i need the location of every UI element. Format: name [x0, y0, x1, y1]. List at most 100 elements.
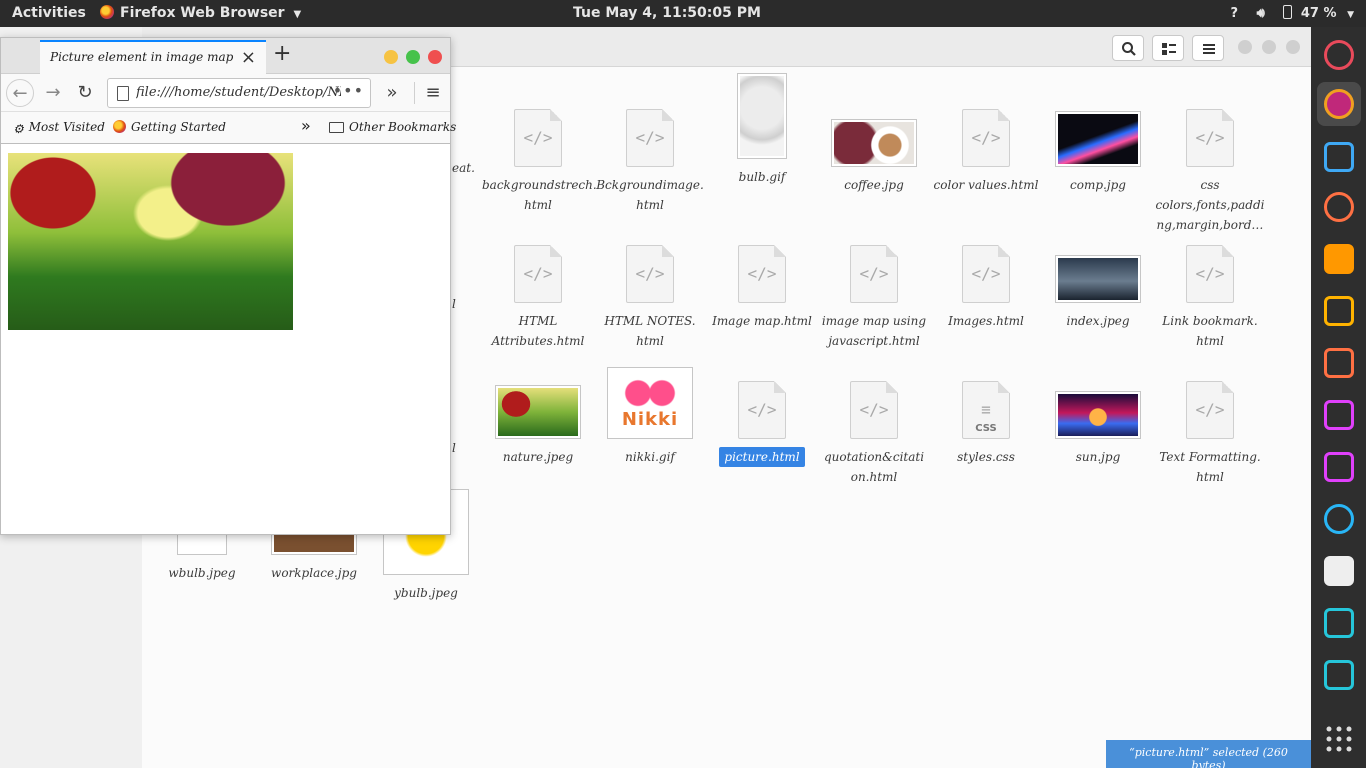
search-button[interactable] — [1112, 35, 1144, 61]
back-button[interactable]: ← — [6, 79, 34, 107]
html-file-icon: </> — [1186, 245, 1234, 303]
file-label: sun.jpg — [1075, 450, 1121, 464]
file-item[interactable]: </> color values.html — [930, 109, 1042, 195]
dock-editor[interactable] — [1317, 393, 1361, 437]
firefox-window: Picture element in image map × + ← → ↻ f… — [0, 37, 456, 535]
software-install-icon — [1324, 452, 1354, 482]
forward-button[interactable]: → — [39, 79, 67, 107]
dock-app-grid[interactable] — [1317, 717, 1361, 761]
dock-mail[interactable] — [1317, 135, 1361, 179]
firefox-icon — [100, 5, 114, 19]
file-item[interactable]: Nikki nikki.gif — [594, 367, 706, 467]
chevron-down-icon[interactable]: ▼ — [1347, 10, 1354, 20]
screenshot-viewer-icon — [1324, 296, 1354, 326]
nature-image[interactable] — [8, 153, 293, 330]
app-menu[interactable]: Firefox Web Browser ▼ — [100, 5, 301, 21]
file-item[interactable]: </> Image map.html — [706, 245, 818, 331]
menu-button[interactable] — [1192, 35, 1224, 61]
file-item[interactable]: coffee.jpg — [818, 119, 930, 195]
html-file-icon: </> — [626, 109, 674, 167]
dock-camera[interactable] — [1317, 185, 1361, 229]
nikki-text: Nikki — [621, 409, 679, 430]
image-thumbnail — [495, 385, 581, 439]
phone-icon — [1324, 608, 1354, 638]
app-grid-icon — [1326, 726, 1352, 752]
hamburger-icon — [1203, 44, 1215, 54]
file-item[interactable]: </> image map using javascript.html — [818, 245, 930, 351]
overflow-menu-button[interactable]: » — [378, 79, 406, 107]
file-item[interactable]: ≡ CSS styles.css — [930, 381, 1042, 467]
hamburger-menu-button[interactable]: ≡ — [419, 79, 447, 107]
file-label: HTML Attributes.html — [491, 314, 585, 348]
system-tray[interactable]: ? 🔊︎ 47 % ▼ — [1217, 5, 1354, 21]
file-item[interactable]: </> HTML Attributes.html — [482, 245, 594, 351]
bookmark-getting-started[interactable]: Getting Started — [113, 120, 226, 134]
file-item[interactable]: </> HTML NOTES. html — [594, 245, 706, 351]
file-item[interactable]: </> Link bookmark. html — [1154, 245, 1266, 351]
firefox-icon — [113, 120, 126, 133]
reload-button[interactable]: ↻ — [71, 79, 99, 107]
dock-help[interactable] — [1317, 497, 1361, 541]
battery-percent: 47 % — [1300, 6, 1337, 21]
dock-sublime[interactable] — [1317, 237, 1361, 281]
dock-viewer[interactable] — [1317, 289, 1361, 333]
file-label: Images.html — [948, 314, 1024, 328]
clock[interactable]: Tue May 4, 11:50:05 PM — [573, 5, 761, 21]
file-item[interactable]: </> quotation&citati on.html — [818, 381, 930, 487]
close-button[interactable] — [428, 50, 442, 64]
file-label: nature.jpeg — [502, 450, 574, 464]
file-item[interactable]: </> picture.html — [706, 381, 818, 467]
page-actions-icon[interactable]: ••• — [333, 81, 364, 100]
file-label: Link bookmark. html — [1162, 314, 1258, 348]
dock-terminal[interactable] — [1317, 653, 1361, 697]
maximize-button[interactable] — [406, 50, 420, 64]
file-label: ybulb.jpeg — [394, 586, 458, 600]
top-bar: Activities Firefox Web Browser ▼ Tue May… — [0, 0, 1366, 27]
file-label: picture.html — [719, 447, 805, 467]
view-toggle-button[interactable] — [1152, 35, 1184, 61]
bookmark-other[interactable]: Other Bookmarks — [329, 120, 456, 134]
status-bar: “picture.html” selected (260 bytes) — [1106, 740, 1311, 768]
new-tab-button[interactable]: + — [273, 41, 291, 66]
file-label: Image map.html — [712, 314, 812, 328]
activities-button[interactable]: Activities — [12, 5, 86, 21]
page-icon — [117, 86, 129, 101]
url-bar[interactable]: file:///home/student/Desktop/NIKKI ••• — [107, 78, 371, 108]
file-item[interactable]: nature.jpeg — [482, 385, 594, 467]
image-thumbnail — [1055, 391, 1141, 439]
minimize-button[interactable] — [384, 50, 398, 64]
file-item[interactable]: </> backgroundstrech. html — [482, 109, 597, 215]
dock-phone[interactable] — [1317, 601, 1361, 645]
bookmark-most-visited[interactable]: ⚙ Most Visited — [13, 120, 105, 136]
dock-firefox[interactable] — [1317, 82, 1361, 126]
folder-icon — [329, 122, 344, 133]
file-item[interactable]: comp.jpg — [1042, 111, 1154, 195]
close-tab-icon[interactable]: × — [241, 47, 256, 68]
file-item[interactable]: index.jpeg — [1042, 255, 1154, 331]
close-button[interactable] — [1286, 40, 1300, 54]
file-item[interactable]: </> css colors,fonts,paddi ng,margin,bord… — [1154, 109, 1266, 235]
dock-music[interactable] — [1317, 33, 1361, 77]
file-item[interactable]: </> Text Formatting. html — [1154, 381, 1266, 487]
url-text[interactable]: file:///home/student/Desktop/NIKKI — [136, 85, 341, 100]
bookmarks-overflow-button[interactable]: » — [301, 116, 311, 135]
html-file-icon: </> — [626, 245, 674, 303]
amazon-icon — [1324, 556, 1354, 586]
firefox-icon — [1324, 89, 1354, 119]
file-label: backgroundstrech. html — [482, 178, 597, 212]
file-label: image map using javascript.html — [821, 314, 927, 348]
dock-amazon[interactable] — [1317, 549, 1361, 593]
dock-software[interactable] — [1317, 445, 1361, 489]
tab-active[interactable]: Picture element in image map × — [40, 40, 266, 74]
file-item[interactable]: </> Bckgroundimage. html — [594, 109, 706, 215]
volume-icon[interactable]: 🔊︎ — [1257, 6, 1265, 21]
maximize-button[interactable] — [1262, 40, 1276, 54]
dock-files[interactable] — [1317, 341, 1361, 385]
file-label: quotation&citati on.html — [823, 450, 925, 484]
minimize-button[interactable] — [1238, 40, 1252, 54]
file-item[interactable]: sun.jpg — [1042, 391, 1154, 467]
file-item[interactable]: </> Images.html — [930, 245, 1042, 331]
help-icon[interactable]: ? — [1231, 6, 1239, 21]
image-thumbnail: Nikki — [607, 367, 693, 439]
file-item[interactable]: bulb.gif — [706, 73, 818, 187]
